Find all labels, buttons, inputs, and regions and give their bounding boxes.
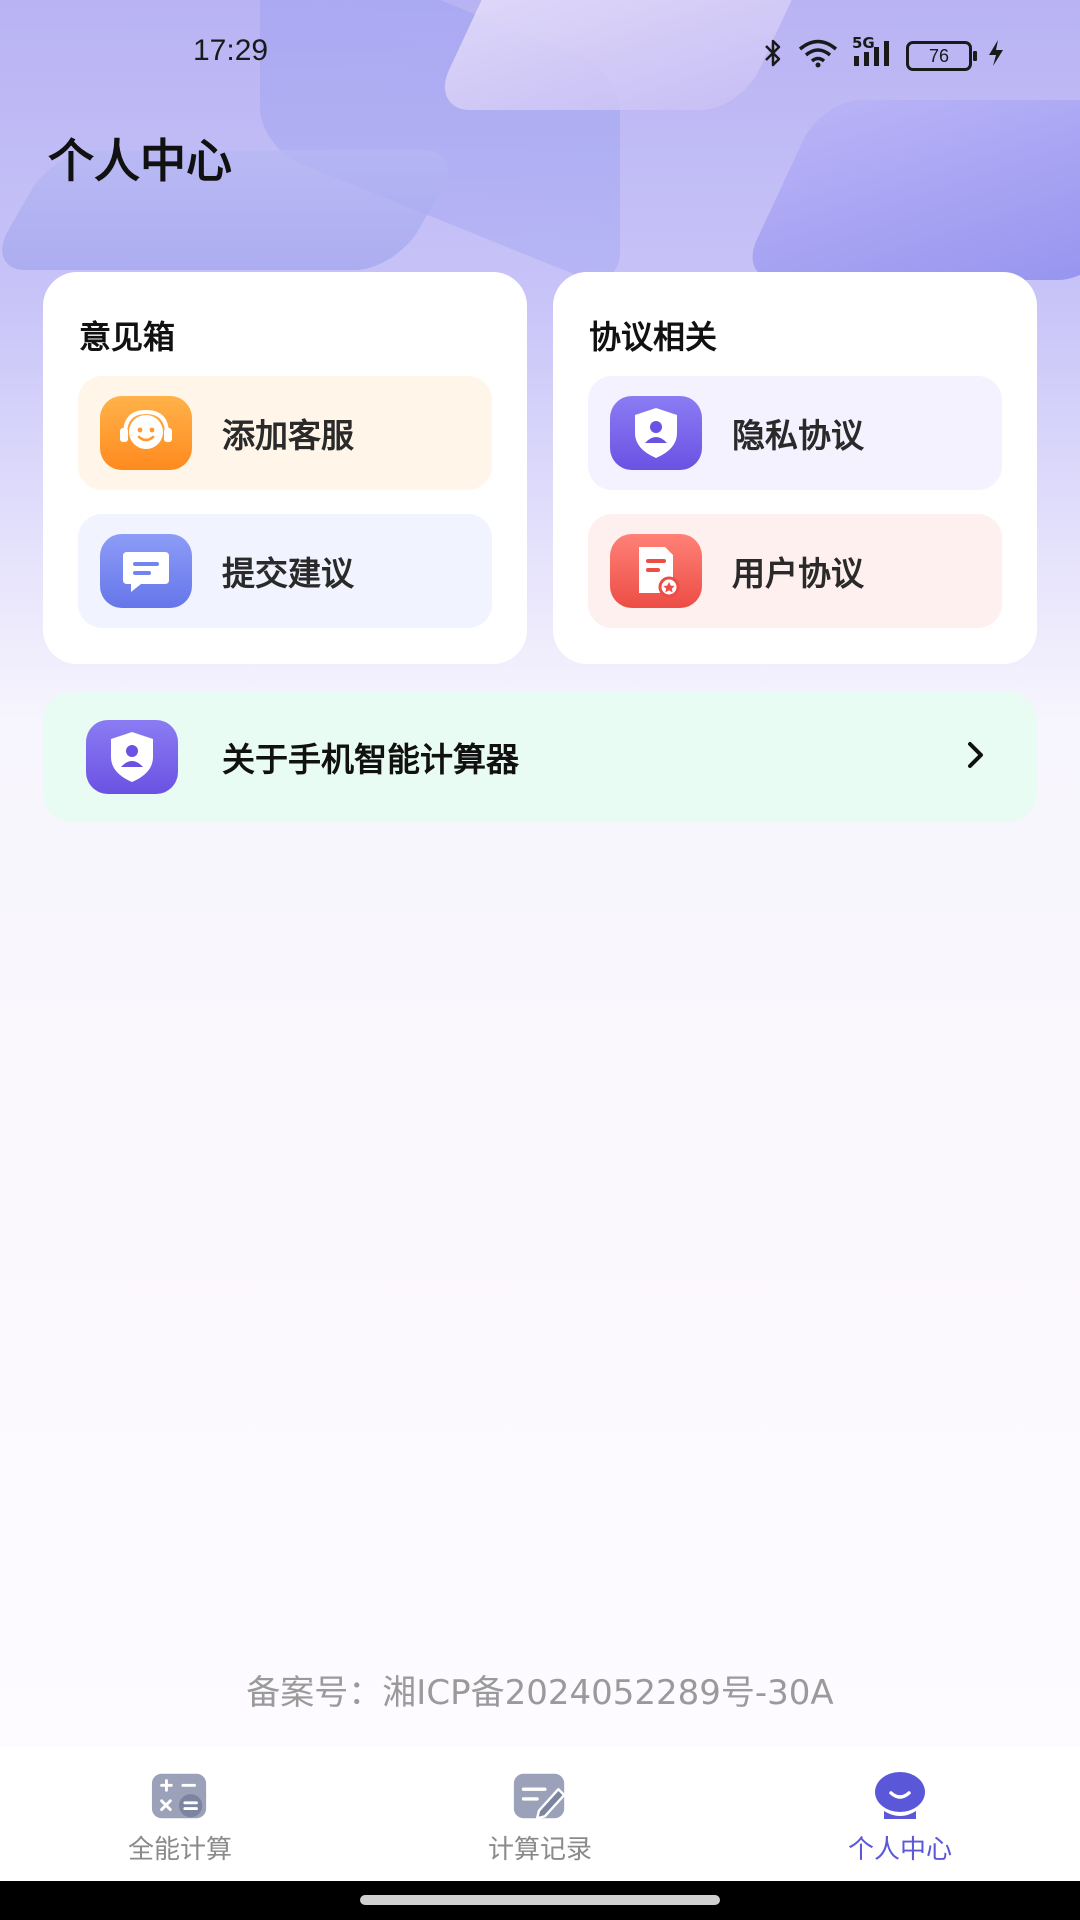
- shield-user-icon: [86, 720, 178, 794]
- submit-suggestion-label: 提交建议: [222, 554, 354, 593]
- nav-tab-calculator-label: 全能计算: [127, 1835, 232, 1865]
- system-navigation-bar: [0, 1881, 1080, 1920]
- about-app-label: 关于手机智能计算器: [222, 740, 519, 779]
- decorative-glass-cube: [738, 100, 1080, 280]
- add-customer-service-label: 添加客服: [222, 416, 354, 455]
- screen: 17:29 5G 76 个人中心 意见箱 添加客服 提交建议 协议相关 隐私协议…: [0, 0, 1080, 1920]
- about-app-row[interactable]: 关于手机智能计算器: [43, 692, 1037, 822]
- document-icon: [610, 534, 702, 608]
- charging-icon: [986, 38, 1006, 74]
- chevron-right-icon: [965, 740, 987, 774]
- wifi-icon: [798, 38, 838, 74]
- bluetooth-icon: [762, 38, 784, 74]
- icp-record-text: 备案号：湘ICP备2024052289号-30A: [246, 1673, 834, 1713]
- status-time: 17:29: [193, 34, 269, 67]
- battery-icon: 76: [906, 41, 977, 71]
- nav-tab-records-label: 计算记录: [487, 1835, 592, 1865]
- signal-icon: 5G: [852, 34, 892, 74]
- profile-icon: [870, 1771, 930, 1821]
- nav-tab-profile-label: 个人中心: [847, 1835, 952, 1865]
- bottom-nav: 全能计算 计算记录 个人中心: [0, 1747, 1080, 1881]
- privacy-shield-icon: [610, 396, 702, 470]
- calculator-icon: [150, 1771, 210, 1821]
- user-agreement-button[interactable]: 用户协议: [588, 514, 1002, 628]
- feedback-card: 意见箱 添加客服 提交建议: [43, 272, 527, 664]
- message-icon: [100, 534, 192, 608]
- user-agreement-label: 用户协议: [732, 554, 864, 593]
- feedback-card-title: 意见箱: [79, 318, 176, 356]
- privacy-agreement-label: 隐私协议: [732, 416, 864, 455]
- agreement-card-title: 协议相关: [589, 318, 718, 356]
- customer-service-icon: [100, 396, 192, 470]
- record-edit-icon: [510, 1771, 570, 1821]
- nav-tab-records[interactable]: 计算记录: [360, 1747, 720, 1881]
- nav-tab-profile[interactable]: 个人中心: [720, 1747, 1080, 1881]
- status-icons: 5G 76: [762, 34, 1006, 74]
- network-type: 5G: [852, 34, 875, 52]
- status-bar: 17:29 5G 76: [0, 0, 1080, 110]
- add-customer-service-button[interactable]: 添加客服: [78, 376, 492, 490]
- home-indicator[interactable]: [360, 1895, 720, 1905]
- page-title: 个人中心: [48, 134, 232, 188]
- nav-tab-calculator[interactable]: 全能计算: [0, 1747, 360, 1881]
- agreement-card: 协议相关 隐私协议 用户协议: [553, 272, 1037, 664]
- privacy-agreement-button[interactable]: 隐私协议: [588, 376, 1002, 490]
- submit-suggestion-button[interactable]: 提交建议: [78, 514, 492, 628]
